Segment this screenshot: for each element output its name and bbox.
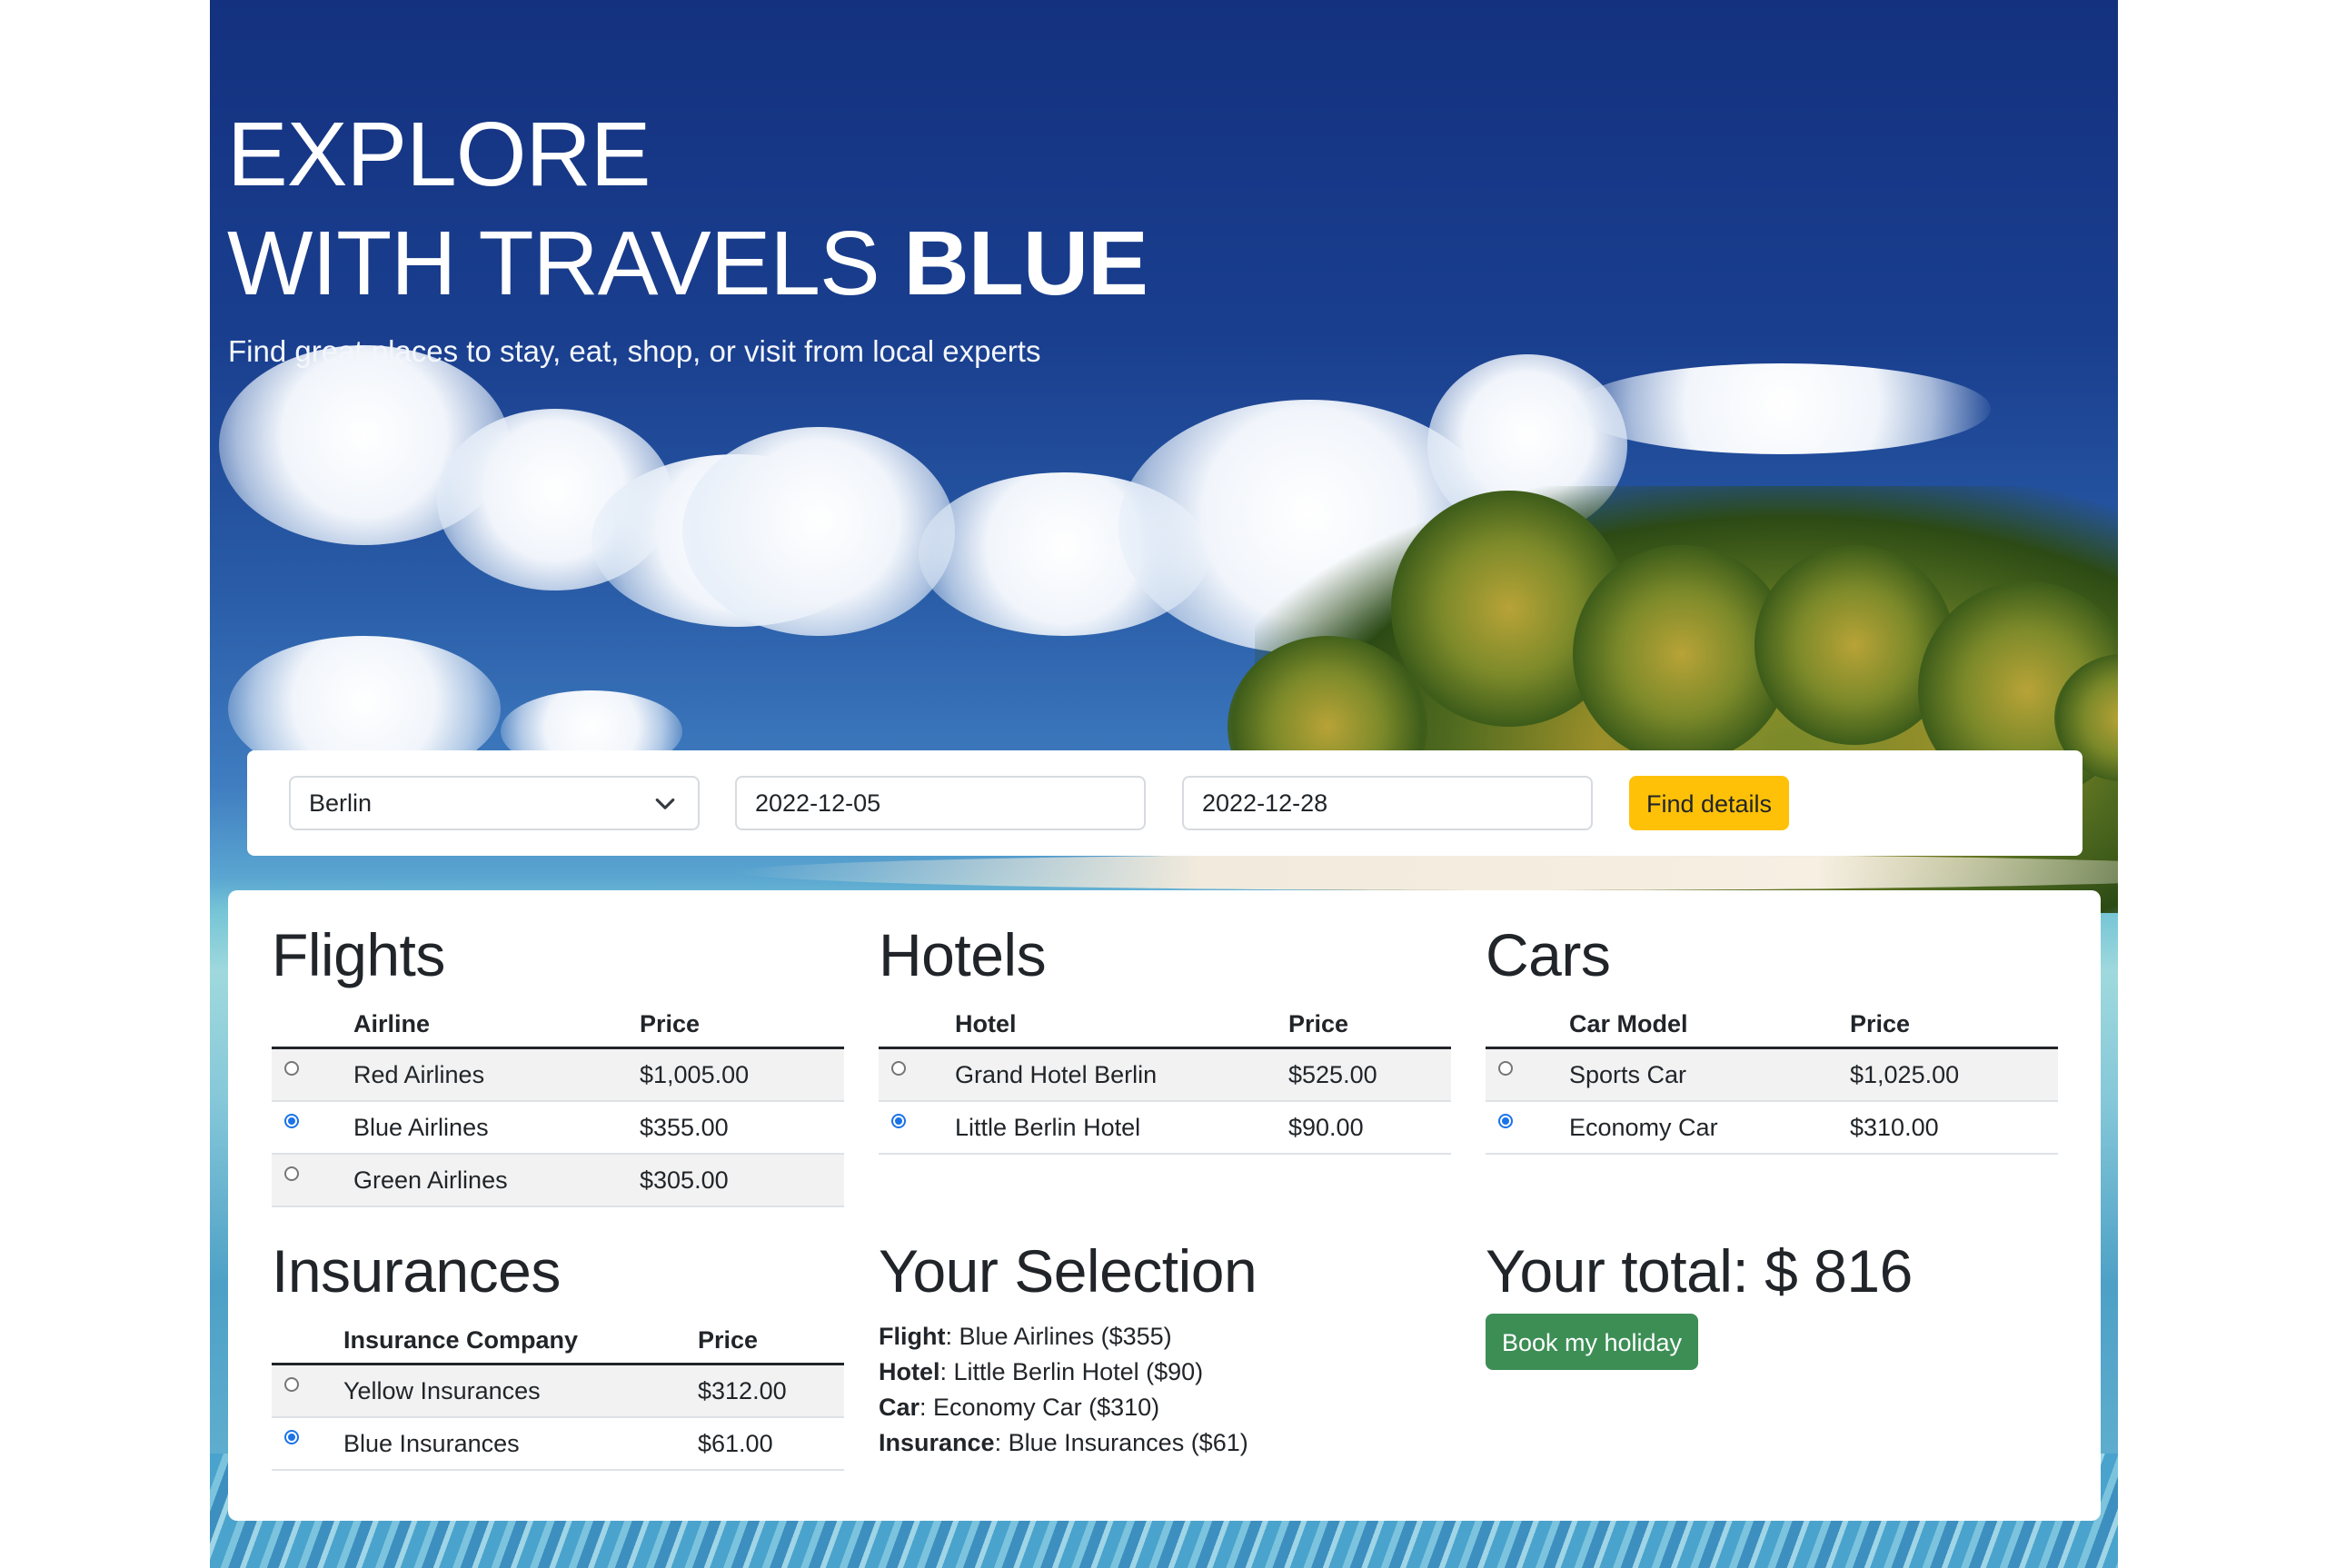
hero-title-line2: WITH TRAVELS BLUE: [227, 218, 1148, 309]
hero-title-prefix: WITH TRAVELS: [227, 213, 880, 314]
table-row: Economy Car $310.00: [1486, 1101, 2058, 1155]
car-radio-sports-car[interactable]: [1498, 1061, 1513, 1077]
results-panel: Flights Airline Price Red Airlines $1,00…: [228, 890, 2101, 1521]
cars-select-header: [1486, 1001, 1569, 1049]
airline-name: Blue Airlines: [353, 1101, 640, 1155]
beach: [737, 854, 2118, 890]
airline-price: $305.00: [640, 1154, 844, 1207]
total-section: Your total: $ 816 Book my holiday: [1486, 1241, 2058, 1370]
selection-insurance-label: Insurance: [879, 1429, 995, 1456]
insurances-title: Insurances: [272, 1237, 561, 1305]
table-row: Red Airlines $1,005.00: [272, 1047, 844, 1102]
flights-select-header: [272, 1001, 353, 1049]
insurance-radio-blue-insurances[interactable]: [284, 1430, 299, 1445]
airline-name: Green Airlines: [353, 1154, 640, 1207]
flights-table: Airline Price Red Airlines $1,005.00 Blu…: [272, 1001, 844, 1207]
destination-value: Berlin: [309, 789, 373, 817]
car-radio-economy-car[interactable]: [1498, 1114, 1513, 1129]
selection-hotel-value: Little Berlin Hotel ($90): [953, 1358, 1204, 1385]
hero-title-line1: EXPLORE: [227, 104, 651, 205]
insurances-table: Insurance Company Price Yellow Insurance…: [272, 1317, 844, 1471]
table-row: Blue Airlines $355.00: [272, 1101, 844, 1155]
cars-table: Car Model Price Sports Car $1,025.00 Eco…: [1486, 1001, 2058, 1155]
hotel-price: $525.00: [1288, 1047, 1451, 1102]
selection-car-label: Car: [879, 1394, 920, 1421]
insurance-price: $61.00: [698, 1417, 844, 1471]
airline-price: $355.00: [640, 1101, 844, 1155]
selection-car: Car: Economy Car ($310): [879, 1394, 1160, 1421]
insurances-select-header: [272, 1317, 343, 1365]
selection-hotel: Hotel: Little Berlin Hotel ($90): [879, 1358, 1204, 1385]
find-details-button[interactable]: Find details: [1629, 776, 1789, 830]
cars-column-model: Car Model: [1569, 1001, 1850, 1049]
selection-section: Your Selection Flight: Blue Airlines ($3…: [879, 1241, 1451, 1461]
hotels-column-price: Price: [1288, 1001, 1451, 1049]
cars-section: Cars Car Model Price Sports Car $1,025.0…: [1486, 925, 2058, 1155]
cloud: [1573, 363, 1991, 454]
flights-section: Flights Airline Price Red Airlines $1,00…: [272, 925, 844, 1207]
table-row: Yellow Insurances $312.00: [272, 1364, 844, 1418]
search-bar: Berlin 2022-12-05 2022-12-28 Find detail…: [247, 750, 2083, 856]
table-row: Sports Car $1,025.00: [1486, 1047, 2058, 1102]
table-row: Grand Hotel Berlin $525.00: [879, 1047, 1451, 1102]
car-name: Sports Car: [1569, 1047, 1850, 1102]
hero-subtitle: Find great places to stay, eat, shop, or…: [228, 334, 1041, 368]
start-date-input[interactable]: 2022-12-05: [735, 776, 1146, 830]
table-row: Little Berlin Hotel $90.00: [879, 1101, 1451, 1155]
insurance-price: $312.00: [698, 1364, 844, 1418]
hotel-price: $90.00: [1288, 1101, 1451, 1155]
flight-radio-green-airlines[interactable]: [284, 1166, 299, 1182]
hotels-section: Hotels Hotel Price Grand Hotel Berlin $5…: [879, 925, 1451, 1155]
hotels-select-header: [879, 1001, 955, 1049]
selection-hotel-label: Hotel: [879, 1358, 940, 1385]
flights-title: Flights: [272, 921, 445, 988]
hotels-title: Hotels: [879, 921, 1047, 988]
destination-select[interactable]: Berlin: [289, 776, 700, 830]
selection-insurance-value: Blue Insurances ($61): [1008, 1429, 1248, 1456]
cars-title: Cars: [1486, 921, 1611, 988]
insurances-column-price: Price: [698, 1317, 844, 1365]
car-name: Economy Car: [1569, 1101, 1850, 1155]
flight-radio-blue-airlines[interactable]: [284, 1114, 299, 1129]
insurances-column-company: Insurance Company: [343, 1317, 698, 1365]
end-date-input[interactable]: 2022-12-28: [1182, 776, 1593, 830]
hotel-radio-grand-hotel-berlin[interactable]: [891, 1061, 906, 1077]
book-holiday-button[interactable]: Book my holiday: [1486, 1314, 1698, 1370]
insurance-name: Blue Insurances: [343, 1417, 698, 1471]
insurance-name: Yellow Insurances: [343, 1364, 698, 1418]
cloud: [682, 427, 955, 636]
airline-name: Red Airlines: [353, 1047, 640, 1102]
chevron-down-icon: [655, 798, 675, 809]
hotels-column-hotel: Hotel: [955, 1001, 1288, 1049]
selection-flight: Flight: Blue Airlines ($355): [879, 1323, 1172, 1350]
car-price: $1,025.00: [1850, 1047, 2058, 1102]
selection-insurance: Insurance: Blue Insurances ($61): [879, 1429, 1248, 1456]
hotel-name: Little Berlin Hotel: [955, 1101, 1288, 1155]
table-row: Blue Insurances $61.00: [272, 1417, 844, 1471]
hotel-radio-little-berlin-hotel[interactable]: [891, 1114, 906, 1129]
selection-title: Your Selection: [879, 1237, 1257, 1305]
selection-car-value: Economy Car ($310): [933, 1394, 1160, 1421]
hero-title-brand: BLUE: [903, 213, 1148, 314]
insurances-section: Insurances Insurance Company Price Yello…: [272, 1241, 844, 1471]
flights-column-airline: Airline: [353, 1001, 640, 1049]
end-date-value: 2022-12-28: [1202, 789, 1328, 817]
airline-price: $1,005.00: [640, 1047, 844, 1102]
total-title: Your total: $ 816: [1486, 1237, 1913, 1305]
selection-flight-value: Blue Airlines ($355): [959, 1323, 1172, 1350]
hotels-table: Hotel Price Grand Hotel Berlin $525.00 L…: [879, 1001, 1451, 1155]
selection-summary: Flight: Blue Airlines ($355) Hotel: Litt…: [879, 1319, 1451, 1461]
car-price: $310.00: [1850, 1101, 2058, 1155]
flights-column-price: Price: [640, 1001, 844, 1049]
selection-flight-label: Flight: [879, 1323, 946, 1350]
hotel-name: Grand Hotel Berlin: [955, 1047, 1288, 1102]
flight-radio-red-airlines[interactable]: [284, 1061, 299, 1077]
table-row: Green Airlines $305.00: [272, 1154, 844, 1207]
cars-column-price: Price: [1850, 1001, 2058, 1049]
start-date-value: 2022-12-05: [755, 789, 881, 817]
insurance-radio-yellow-insurances[interactable]: [284, 1377, 299, 1393]
